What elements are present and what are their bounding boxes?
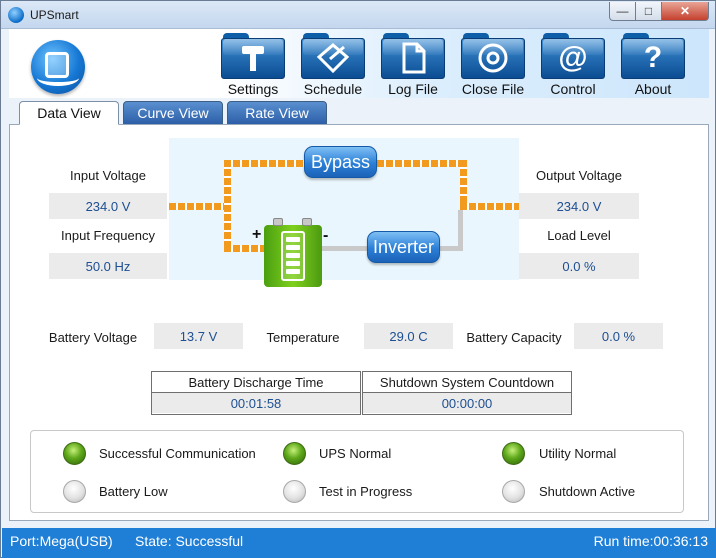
battery-discharge-time-box: Battery Discharge Time 00:01:58 <box>151 371 361 415</box>
input-frequency-label: Input Frequency <box>61 228 155 243</box>
run-time: Run time:00:36:13 <box>593 533 708 549</box>
folder-icon <box>301 33 365 79</box>
battery-plus-flow-line <box>224 245 266 252</box>
document-icon <box>381 39 445 77</box>
minimize-button[interactable]: — <box>609 2 636 21</box>
tab-curve-view[interactable]: Curve View <box>123 101 223 125</box>
ups-normal-label: UPS Normal <box>319 446 392 461</box>
input-flow-line <box>169 203 225 210</box>
shutdown-countdown-box: Shutdown System Countdown 00:00:00 <box>362 371 572 415</box>
disc-icon <box>461 39 525 77</box>
close-button[interactable]: ✕ <box>661 2 709 21</box>
battery-low-led-icon <box>63 480 86 503</box>
settings-label: Settings <box>227 81 279 97</box>
port-status: Port:Mega(USB) <box>10 533 113 549</box>
shutdown-active-led-icon <box>502 480 525 503</box>
folder-icon <box>381 33 445 79</box>
utility-normal-label: Utility Normal <box>539 446 617 461</box>
battery-icon <box>264 218 322 287</box>
shutdown-countdown-label: Shutdown System Countdown <box>363 372 571 393</box>
schedule-button[interactable]: Schedule <box>301 33 365 99</box>
tab-data-view[interactable]: Data View <box>19 101 119 125</box>
question-mark-icon: ? <box>643 41 663 74</box>
inverter-pill: Inverter <box>367 231 440 263</box>
shutdown-countdown-value: 00:00:00 <box>363 393 571 413</box>
about-label: About <box>634 81 672 97</box>
app-window: UPSmart — □ ✕ Settings Schedule Log File… <box>0 0 716 558</box>
schedule-tag-icon <box>301 39 365 77</box>
at-sign-icon: @ <box>558 41 588 74</box>
close-file-button[interactable]: Close File <box>461 33 525 99</box>
maximize-icon: □ <box>644 4 653 18</box>
folder-icon: @ <box>541 33 605 79</box>
settings-button[interactable]: Settings <box>221 33 285 99</box>
temperature-value: 29.0 C <box>364 323 453 349</box>
control-label: Control <box>550 81 596 97</box>
hammer-icon <box>221 39 285 77</box>
output-flow-line <box>460 203 519 210</box>
app-icon <box>8 7 24 23</box>
output-voltage-value: 234.0 V <box>519 193 639 219</box>
successful-communication-led-icon <box>63 442 86 465</box>
test-in-progress-label: Test in Progress <box>319 484 413 499</box>
battery-voltage-value: 13.7 V <box>154 323 243 349</box>
successful-communication-label: Successful Communication <box>99 446 256 461</box>
battery-discharge-time-label: Battery Discharge Time <box>152 372 360 393</box>
left-vertical-flow-line <box>224 160 231 252</box>
folder-icon: ? <box>621 33 685 79</box>
input-voltage-value: 234.0 V <box>49 193 167 219</box>
folder-icon <box>221 33 285 79</box>
battery-capacity-label: Battery Capacity <box>466 330 562 345</box>
shutdown-active-label: Shutdown Active <box>539 484 636 499</box>
battery-plus-sign: + <box>252 226 262 243</box>
upsmart-logo <box>31 40 85 94</box>
close-icon: ✕ <box>679 4 691 18</box>
battery-voltage-label: Battery Voltage <box>48 330 138 345</box>
folder-icon <box>461 33 525 79</box>
toolbar-header: Settings Schedule Log File Close File @ … <box>9 29 709 98</box>
load-level-value: 0.0 % <box>519 253 639 279</box>
connection-state: State: Successful <box>135 533 244 549</box>
maximize-button[interactable]: □ <box>635 2 662 21</box>
battery-low-label: Battery Low <box>99 484 168 499</box>
inverter-vertical-line <box>458 210 463 251</box>
logo-swoosh-icon <box>37 70 79 86</box>
ups-normal-led-icon <box>283 442 306 465</box>
test-in-progress-led-icon <box>283 480 306 503</box>
schedule-label: Schedule <box>303 81 363 97</box>
status-bar: Port:Mega(USB) State: Successful Run tim… <box>2 528 716 558</box>
title-bar: UPSmart — □ ✕ <box>1 1 715 29</box>
control-button[interactable]: @ Control <box>541 33 605 99</box>
battery-capacity-value: 0.0 % <box>574 323 663 349</box>
temperature-label: Temperature <box>266 330 340 345</box>
bypass-pill: Bypass <box>304 146 377 178</box>
log-file-label: Log File <box>388 81 438 97</box>
battery-minus-sign: - <box>323 227 329 244</box>
output-voltage-label: Output Voltage <box>535 168 622 183</box>
battery-discharge-time-value: 00:01:58 <box>152 393 360 413</box>
utility-normal-led-icon <box>502 442 525 465</box>
load-level-label: Load Level <box>547 228 611 243</box>
close-file-label: Close File <box>461 81 525 97</box>
log-file-button[interactable]: Log File <box>381 33 445 99</box>
tab-rate-view[interactable]: Rate View <box>227 101 327 125</box>
input-voltage-label: Input Voltage <box>70 168 146 183</box>
status-indicators-group <box>30 430 684 513</box>
about-button[interactable]: ? About <box>621 33 685 99</box>
input-frequency-value: 50.0 Hz <box>49 253 167 279</box>
window-title: UPSmart <box>30 8 79 22</box>
minimize-icon: — <box>616 4 629 18</box>
